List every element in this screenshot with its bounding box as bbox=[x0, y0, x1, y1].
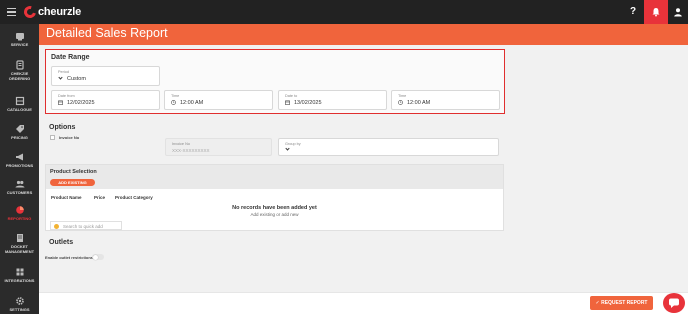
sidebar-item-promotions[interactable]: PROMOTIONS bbox=[0, 152, 39, 169]
chevron-down-icon bbox=[285, 146, 290, 151]
quick-add-search-input[interactable]: Search to quick add bbox=[50, 221, 122, 230]
period-select[interactable]: Period Custom bbox=[51, 66, 160, 86]
date-from-value: 12/02/2025 bbox=[67, 100, 95, 106]
add-existing-button[interactable]: ADD EXISTING bbox=[50, 179, 95, 186]
customers-icon bbox=[15, 180, 24, 188]
sidebar-item-label: CUSTOMERS bbox=[6, 190, 33, 195]
notifications-button[interactable] bbox=[644, 0, 668, 24]
catalogue-icon bbox=[15, 96, 24, 106]
invoice-no-checkbox-label: Invoice No bbox=[59, 135, 80, 140]
chat-button[interactable] bbox=[663, 293, 685, 313]
sidebar-item-label: REPORTING bbox=[7, 216, 32, 221]
hamburger-menu-icon[interactable] bbox=[7, 8, 16, 16]
app-logo[interactable]: cheurzle bbox=[21, 3, 82, 21]
request-report-button[interactable]: ✓ REQUEST REPORT bbox=[590, 296, 653, 310]
sidebar-item-catalogue[interactable]: CATALOGUE bbox=[0, 96, 39, 113]
sidebar-item-settings[interactable]: SETTINGS bbox=[0, 296, 39, 313]
bell-icon bbox=[652, 8, 660, 17]
sidebar-item-label: SETTINGS bbox=[9, 307, 30, 312]
calendar-icon bbox=[58, 100, 63, 105]
sidebar-item-label: CHEKZIE ORDERING bbox=[8, 71, 31, 81]
time-to-label: Time bbox=[398, 94, 407, 98]
sidebar-item-chekzie-ordering[interactable]: CHEKZIE ORDERING bbox=[0, 60, 39, 81]
pie-chart-icon bbox=[15, 206, 24, 214]
outlet-restrictions-label: Enable outlet restrictions bbox=[45, 255, 94, 260]
period-value: Custom bbox=[67, 76, 86, 82]
column-header-product-name[interactable]: Product Name bbox=[51, 195, 82, 200]
quick-add-icon bbox=[54, 224, 59, 229]
time-to-value: 12:00 AM bbox=[407, 100, 431, 106]
help-button[interactable]: ? bbox=[623, 0, 643, 24]
invoice-no-field-label: Invoice No bbox=[172, 142, 190, 146]
date-range-title: Date Range bbox=[51, 54, 90, 61]
calendar-icon bbox=[285, 100, 290, 105]
column-header-product-category[interactable]: Product Category bbox=[115, 195, 153, 200]
user-menu-button[interactable] bbox=[668, 0, 688, 24]
time-from-field[interactable]: Time 12:00 AM bbox=[164, 90, 273, 110]
chevron-down-icon bbox=[58, 75, 63, 80]
date-to-value: 13/02/2025 bbox=[294, 100, 322, 106]
page-header: Detailed Sales Report bbox=[39, 24, 688, 45]
sidebar-item-label: INTEGRATIONS bbox=[4, 278, 35, 283]
group-by-select[interactable]: Group by bbox=[278, 138, 499, 156]
sidebar-item-pricing[interactable]: PRICING bbox=[0, 124, 39, 141]
date-to-field[interactable]: Date to 13/02/2025 bbox=[278, 90, 387, 110]
sidebar-item-docket-management[interactable]: DOCKET MANAGEMENT bbox=[0, 233, 39, 254]
product-selection-title: Product Selection bbox=[50, 169, 97, 175]
invoice-no-field[interactable]: Invoice No XXX-XXXXXXXXX bbox=[165, 138, 272, 156]
ordering-icon bbox=[15, 60, 24, 70]
quick-add-placeholder: Search to quick add bbox=[63, 224, 103, 229]
clock-icon bbox=[171, 100, 176, 105]
date-to-label: Date to bbox=[285, 94, 298, 98]
outlet-restrictions-toggle[interactable] bbox=[92, 254, 104, 260]
product-selection-header: Product Selection ADD EXISTING bbox=[46, 165, 503, 189]
sidebar-item-label: SERVICE bbox=[10, 42, 29, 47]
sidebar-item-integrations[interactable]: INTEGRATIONS bbox=[0, 267, 39, 284]
chat-bubble-icon bbox=[669, 298, 679, 308]
sidebar: SERVICE CHEKZIE ORDERING CATALOGUE PRICI… bbox=[0, 24, 39, 314]
sidebar-item-label: PRICING bbox=[11, 135, 28, 140]
date-range-section: Date Range Period Custom Date from 12/02… bbox=[45, 49, 505, 114]
docket-icon bbox=[16, 234, 23, 242]
clock-icon bbox=[398, 100, 403, 105]
price-tag-icon bbox=[15, 125, 24, 133]
sidebar-item-service[interactable]: SERVICE bbox=[0, 31, 39, 48]
sidebar-item-label: PROMOTIONS bbox=[5, 163, 34, 168]
user-icon bbox=[674, 8, 682, 17]
logo-text: cheurzle bbox=[38, 6, 82, 18]
page-title: Detailed Sales Report bbox=[46, 26, 168, 40]
time-from-label: Time bbox=[171, 94, 180, 98]
product-selection-section: Product Selection ADD EXISTING Product N… bbox=[45, 164, 504, 231]
time-to-field[interactable]: Time 12:00 AM bbox=[391, 90, 500, 110]
sidebar-item-customers[interactable]: CUSTOMERS bbox=[0, 179, 39, 196]
logo-mark-icon bbox=[21, 3, 39, 21]
sidebar-item-label: DOCKET MANAGEMENT bbox=[4, 244, 35, 254]
column-header-price[interactable]: Price bbox=[94, 195, 105, 200]
empty-state-title: No records have been added yet bbox=[232, 205, 317, 211]
top-bar: cheurzle ? bbox=[0, 0, 688, 24]
gear-icon bbox=[15, 297, 24, 305]
invoice-no-checkbox[interactable] bbox=[50, 135, 55, 140]
date-from-field[interactable]: Date from 12/02/2025 bbox=[51, 90, 160, 110]
date-from-label: Date from bbox=[58, 94, 75, 98]
sidebar-item-reporting[interactable]: REPORTING bbox=[0, 205, 39, 222]
empty-state-subtitle: Add existing or add new bbox=[250, 212, 299, 217]
options-title: Options bbox=[49, 124, 76, 131]
megaphone-icon bbox=[15, 153, 23, 161]
service-icon bbox=[15, 33, 24, 41]
request-report-label: REQUEST REPORT bbox=[601, 300, 648, 306]
integrations-icon bbox=[16, 268, 23, 276]
time-from-value: 12:00 AM bbox=[180, 100, 204, 106]
sidebar-item-label: CATALOGUE bbox=[7, 107, 32, 112]
period-label: Period bbox=[58, 70, 69, 74]
outlets-title: Outlets bbox=[49, 239, 74, 246]
invoice-no-placeholder: XXX-XXXXXXXXX bbox=[172, 148, 210, 153]
